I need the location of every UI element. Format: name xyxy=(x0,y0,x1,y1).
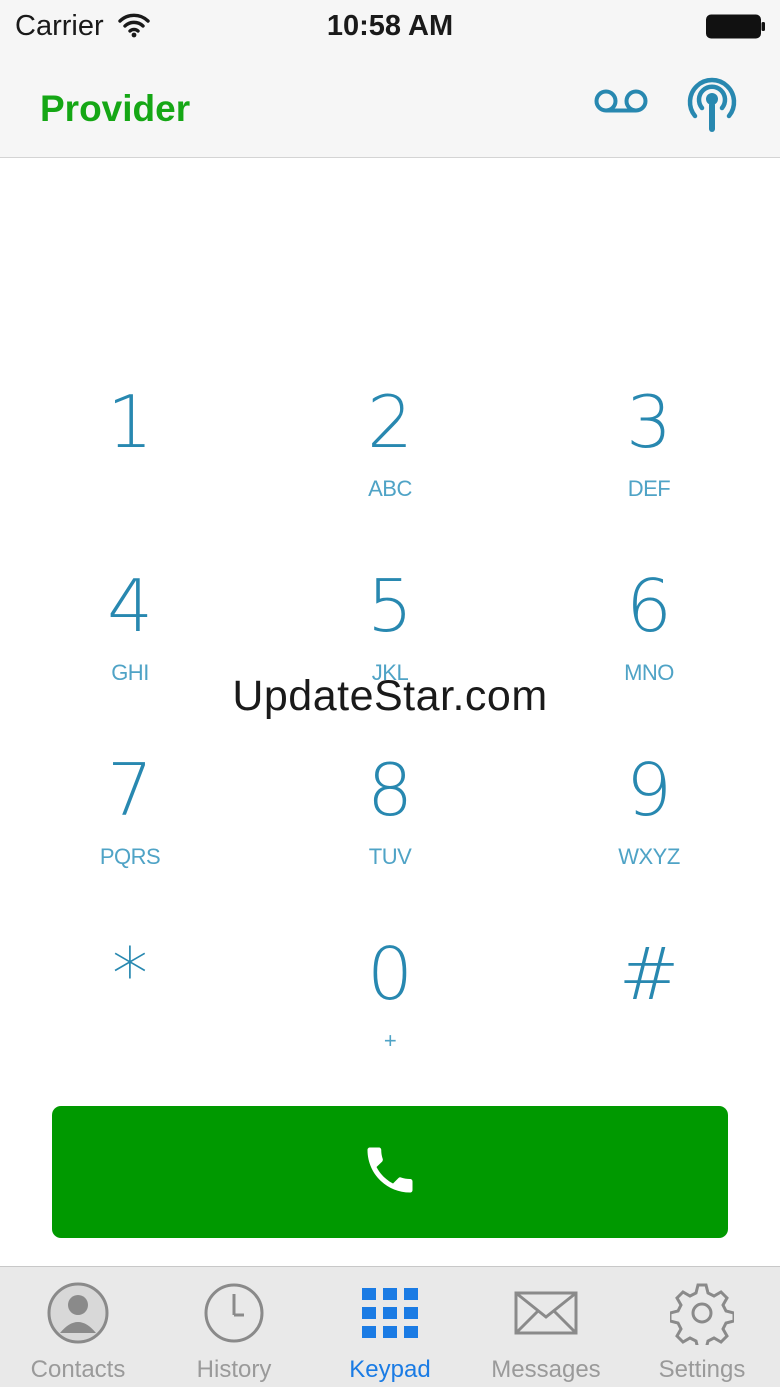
tab-label: Contacts xyxy=(30,1356,126,1383)
watermark-text: UpdateStar.com xyxy=(232,672,548,720)
status-time: 10:58 AM xyxy=(326,10,454,42)
key-hash[interactable]: # xyxy=(549,938,749,1088)
gear-icon xyxy=(670,1283,734,1345)
key-8[interactable]: 8 TUV xyxy=(290,754,490,904)
key-letters: WXYZ xyxy=(618,844,680,869)
key-0[interactable]: 0 + xyxy=(290,938,490,1088)
key-digit: # xyxy=(618,932,680,1016)
battery-icon xyxy=(706,14,766,45)
tab-contacts[interactable]: Contacts xyxy=(0,1267,156,1387)
key-letters: PQRS xyxy=(99,844,161,869)
key-letters: DEF xyxy=(627,476,671,501)
key-digit: 6 xyxy=(626,564,672,648)
envelope-icon xyxy=(514,1291,578,1335)
tab-label: Messages xyxy=(491,1356,601,1383)
call-button[interactable] xyxy=(52,1106,728,1238)
key-2[interactable]: 2 ABC xyxy=(290,386,490,536)
key-digit: 3 xyxy=(626,380,672,464)
keypad-grid-icon xyxy=(362,1288,418,1338)
tab-history[interactable]: History xyxy=(156,1267,312,1387)
antenna-icon[interactable] xyxy=(682,72,742,139)
key-letters: ABC xyxy=(368,476,412,501)
key-digit: 5 xyxy=(367,564,413,648)
key-digit: 8 xyxy=(367,748,413,832)
key-star[interactable]: * xyxy=(30,938,230,1088)
key-1[interactable]: 1 xyxy=(30,386,230,536)
key-7[interactable]: 7 PQRS xyxy=(30,754,230,904)
key-digit: 4 xyxy=(107,564,153,648)
key-digit: 2 xyxy=(367,380,413,464)
key-digit: 9 xyxy=(626,748,672,832)
provider-title: Provider xyxy=(40,88,191,129)
tab-messages[interactable]: Messages xyxy=(468,1267,624,1387)
key-digit: 7 xyxy=(107,748,153,832)
tab-label: Settings xyxy=(658,1356,746,1383)
tab-label: History xyxy=(196,1356,272,1383)
key-digit: 0 xyxy=(367,932,413,1016)
key-3[interactable]: 3 DEF xyxy=(549,386,749,536)
contact-icon xyxy=(47,1282,109,1344)
phone-icon xyxy=(360,1140,420,1205)
key-digit: 1 xyxy=(107,380,153,464)
key-digit: * xyxy=(112,932,148,1016)
key-letters: + xyxy=(383,1028,397,1053)
voicemail-icon[interactable] xyxy=(594,86,648,121)
clock-icon xyxy=(204,1283,264,1343)
key-letters: TUV xyxy=(368,844,412,869)
tab-settings[interactable]: Settings xyxy=(624,1267,780,1387)
status-bar: Carrier 10:58 AM xyxy=(0,0,780,54)
tab-keypad[interactable]: Keypad xyxy=(312,1267,468,1387)
tab-bar: Contacts History Keypad Messages Setting… xyxy=(0,1266,780,1387)
tab-label: Keypad xyxy=(349,1356,431,1383)
key-9[interactable]: 9 WXYZ xyxy=(549,754,749,904)
top-bar: Carrier 10:58 AM Provider xyxy=(0,0,780,158)
